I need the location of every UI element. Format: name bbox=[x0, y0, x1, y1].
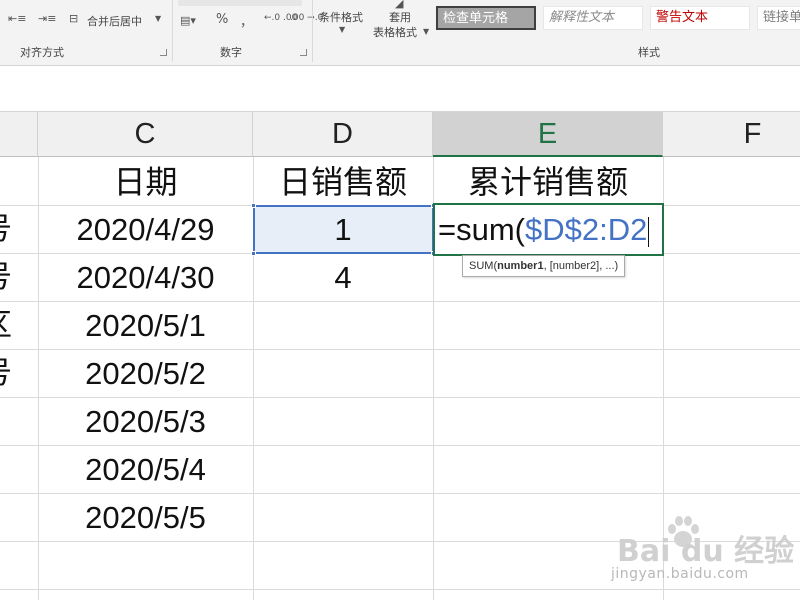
merge-center-button[interactable]: ⊟ 合并后居中 ▼ bbox=[66, 8, 176, 30]
cell-style-linked-cell[interactable]: 链接单 bbox=[757, 6, 800, 30]
column-b-clipped-text: 号 bbox=[0, 254, 12, 302]
chevron-down-icon: ▼ bbox=[155, 14, 162, 23]
decrease-indent-icon[interactable]: ⇤≡ bbox=[8, 12, 26, 25]
tooltip-function-name: SUM( bbox=[469, 260, 498, 272]
function-argument-tooltip[interactable]: SUM(number1, [number2], ...) bbox=[462, 255, 626, 277]
cell-style-explanatory-text[interactable]: 解释性文本 bbox=[543, 6, 643, 30]
select-all-corner[interactable] bbox=[0, 112, 38, 157]
alignment-group-label: 对齐方式 bbox=[20, 46, 64, 59]
ribbon-divider bbox=[172, 0, 173, 62]
format-as-table-button[interactable]: ◢ 套用 表格格式 ▼ bbox=[370, 0, 432, 40]
ribbon-divider bbox=[312, 0, 313, 62]
column-header-f[interactable]: F bbox=[663, 112, 800, 157]
formula-prefix: =sum( bbox=[438, 212, 525, 247]
baidu-jingyan-watermark: Bai du 经验 jingyan.baidu.com bbox=[605, 512, 800, 598]
cell-e2-formula-editor[interactable]: =sum($D$2:D2 bbox=[438, 208, 650, 252]
number-dialog-launcher-icon[interactable] bbox=[300, 49, 307, 56]
number-format-dropdown[interactable] bbox=[178, 0, 302, 6]
cell-d2[interactable]: 1 bbox=[253, 206, 433, 254]
formula-bar-area[interactable] bbox=[0, 66, 800, 112]
column-b-clipped-text: 号 bbox=[0, 206, 12, 254]
alignment-dialog-launcher-icon[interactable] bbox=[160, 49, 167, 56]
cell-c8[interactable]: 2020/5/5 bbox=[38, 494, 253, 542]
percent-style-button[interactable]: % bbox=[216, 12, 228, 27]
cell-c1[interactable]: 日期 bbox=[38, 158, 253, 206]
chevron-down-icon: ▼ bbox=[339, 25, 346, 34]
cell-c4[interactable]: 2020/5/1 bbox=[38, 302, 253, 350]
chevron-down-icon: ▼ bbox=[423, 27, 430, 36]
cell-style-check-cell[interactable]: 检查单元格 bbox=[436, 6, 536, 30]
tooltip-current-argument[interactable]: number1 bbox=[497, 260, 543, 272]
cell-c2[interactable]: 2020/4/29 bbox=[38, 206, 253, 254]
merge-center-label: 合并后居中 bbox=[87, 15, 142, 28]
column-header-d[interactable]: D bbox=[253, 112, 433, 157]
number-group-label: 数字 bbox=[220, 46, 242, 59]
column-header-c[interactable]: C bbox=[38, 112, 253, 157]
cell-d1[interactable]: 日销售额 bbox=[253, 158, 433, 206]
conditional-format-button[interactable]: 条件格式 ▼ bbox=[316, 0, 370, 40]
column-b-clipped-text: 号 bbox=[0, 350, 12, 398]
cell-c3[interactable]: 2020/4/30 bbox=[38, 254, 253, 302]
tooltip-remaining-arguments: , [number2], ...) bbox=[543, 260, 619, 272]
watermark-brand: Bai du 经验 bbox=[617, 534, 795, 569]
column-b-clipped-text: 区 bbox=[0, 302, 12, 350]
comma-style-button[interactable]: ， bbox=[240, 11, 253, 30]
worksheet-grid: C D E F 号 号 区 号 日期 日销售额 累计销售额 2020/4/29 … bbox=[0, 112, 800, 600]
formula-range-reference: $D$2:D2 bbox=[525, 212, 648, 247]
text-caret bbox=[648, 216, 650, 247]
format-as-table-label-1: 套用 bbox=[389, 11, 411, 24]
conditional-format-label: 条件格式 bbox=[319, 11, 363, 24]
cell-d3[interactable]: 4 bbox=[253, 254, 433, 302]
merge-cells-icon: ⊟ bbox=[69, 12, 79, 25]
cell-c7[interactable]: 2020/5/4 bbox=[38, 446, 253, 494]
format-as-table-label-2: 表格格式 bbox=[373, 26, 417, 39]
styles-group-label: 样式 bbox=[638, 46, 660, 59]
cell-style-warning-text[interactable]: 警告文本 bbox=[650, 6, 750, 30]
cell-e1[interactable]: 累计销售额 bbox=[433, 158, 663, 206]
increase-indent-icon[interactable]: ⇥≡ bbox=[38, 12, 56, 25]
accounting-format-icon[interactable]: ▤▾ bbox=[180, 14, 196, 27]
column-header-e[interactable]: E bbox=[433, 112, 663, 157]
cell-c6[interactable]: 2020/5/3 bbox=[38, 398, 253, 446]
cell-c5[interactable]: 2020/5/2 bbox=[38, 350, 253, 398]
ribbon: ⇤≡ ⇥≡ ⊟ 合并后居中 ▼ 对齐方式 ▤▾ % ， ←.0 .00 .00 … bbox=[0, 0, 800, 66]
watermark-url: jingyan.baidu.com bbox=[611, 566, 749, 582]
